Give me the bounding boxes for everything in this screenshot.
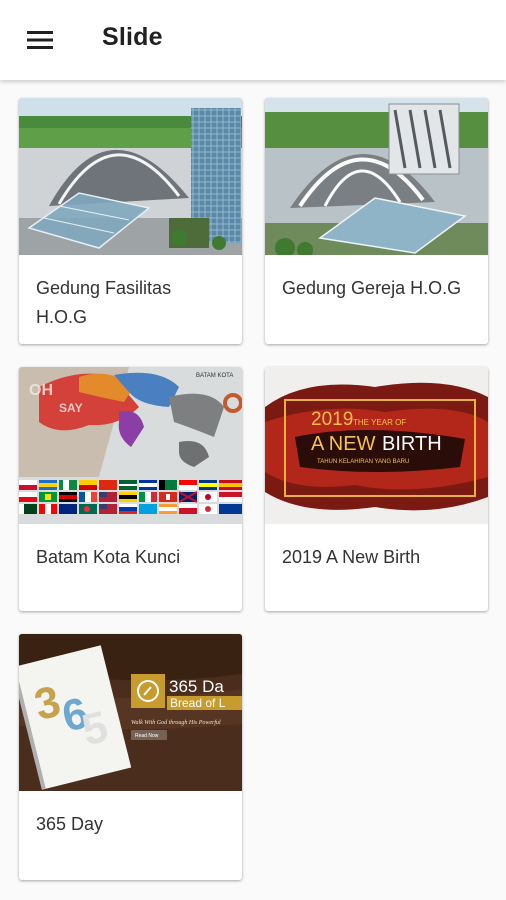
thumb-line: Walk With God through His Powerful xyxy=(131,719,221,726)
bread-of-life-thumbnail: 3 6 5 365 Da Bread of L Walk With God th… xyxy=(19,634,242,791)
hamburger-menu-icon[interactable] xyxy=(14,22,66,58)
church-building-thumbnail xyxy=(265,98,488,255)
page-title: Slide xyxy=(102,23,163,51)
thumb-year: 2019 xyxy=(311,409,353,430)
thumb-subtitle: THE YEAR OF xyxy=(353,418,406,427)
new-birth-banner-thumbnail: 2019 THE YEAR OF A NEW BIRTH TAHUN KELAH… xyxy=(265,367,488,524)
slide-card[interactable]: Gedung Fasilitas H.O.G xyxy=(19,98,242,344)
slide-grid: Gedung Fasilitas H.O.G Gedung Gereja H.O… xyxy=(0,0,506,900)
thumb-subheading: Bread of L xyxy=(170,696,226,710)
thumb-headline-2: BIRTH xyxy=(382,433,442,455)
card-title: 365 Day xyxy=(36,814,104,834)
card-title: Batam Kota Kunci xyxy=(36,547,181,567)
thumb-heading: 365 Da xyxy=(169,677,224,696)
arena-building-thumbnail xyxy=(19,98,242,255)
slide-card[interactable]: Gedung Gereja H.O.G xyxy=(265,98,488,344)
world-map-thumbnail: BATAM KOTA OH SAY xyxy=(19,367,242,524)
card-title: Gedung Fasilitas H.O.G xyxy=(36,278,172,327)
thumb-button: Read Now xyxy=(135,733,159,739)
thumb-tagline: TAHUN KELAHIRAN YANG BARU xyxy=(317,459,409,465)
svg-text:OH: OH xyxy=(29,382,53,399)
slide-card[interactable]: 2019 THE YEAR OF A NEW BIRTH TAHUN KELAH… xyxy=(265,367,488,611)
slide-card[interactable]: BATAM KOTA OH SAY Batam Kota Kunci xyxy=(19,367,242,611)
card-title: Gedung Gereja H.O.G xyxy=(282,278,462,298)
card-title: 2019 A New Birth xyxy=(282,547,421,567)
app-bar: Slide xyxy=(0,0,506,80)
svg-text:SAY: SAY xyxy=(59,401,83,415)
thumb-headline-1: A NEW xyxy=(311,433,376,455)
thumb-text: BATAM KOTA xyxy=(196,373,233,379)
slide-card[interactable]: 3 6 5 365 Da Bread of L Walk With God th… xyxy=(19,634,242,880)
